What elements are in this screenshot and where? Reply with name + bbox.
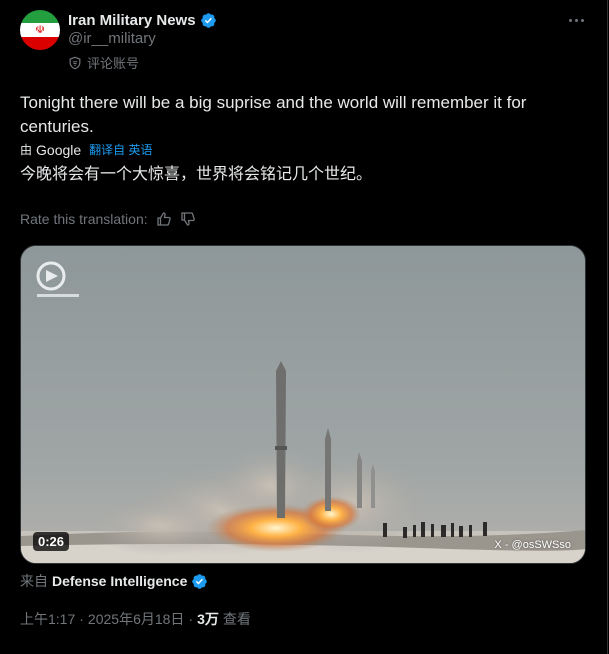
more-dots-icon[interactable] [566,12,586,28]
tweet-frame: ☫ Iran Military News @ir__military 评论账号 … [0,0,608,654]
translated-from-link[interactable]: 翻译自 英语 [89,141,152,158]
avatar[interactable]: ☫ [20,10,60,50]
author-name-row: Iran Military News [68,10,217,30]
thumbs-up-icon[interactable] [156,211,172,227]
translated-by-prefix: 由 [20,143,33,157]
video-frame [21,246,585,563]
translated-text: 今晚将会有一个大惊喜，世界将会铭记几个世纪。 [20,164,373,183]
thumbs-down-icon[interactable] [180,211,196,227]
author-handle[interactable]: @ir__military [68,30,156,47]
translator-name: Google [36,141,82,158]
rate-translation-row: Rate this translation: [20,211,196,227]
account-label-text: 评论账号 [87,57,140,72]
verified-badge-icon [192,573,208,589]
meta-separator: · [188,611,194,627]
tweet-text: Tonight there will be a big suprise and … [20,93,527,136]
video-player[interactable]: 0:26 X - @osSWSso [20,245,586,564]
tweet-date[interactable]: 2025年6月18日 [88,609,185,629]
views-label: 查看 [222,611,251,627]
meta-separator: · [79,611,84,627]
rate-prompt: Rate this translation: [20,211,148,227]
shield-icon [69,56,81,69]
video-watermark: X - @osSWSso [494,539,571,551]
source-name-link[interactable]: Defense Intelligence [52,573,187,589]
author-name[interactable]: Iran Military News [68,12,196,29]
channel-logo-icon [36,261,79,297]
account-label[interactable]: 评论账号 [68,53,139,72]
translation-attribution: 由 Google 翻译自 英语 [20,141,153,158]
video-duration: 0:26 [33,532,70,551]
source-prefix: 来自 [20,573,48,589]
tweet-time[interactable]: 上午1:17 [20,609,75,629]
views-count: 3万 [197,611,219,627]
source-attribution: 来自 Defense Intelligence [20,571,208,591]
verified-badge-icon [200,12,216,28]
emblem-icon: ☫ [35,23,45,36]
tweet-meta: 上午1:17 · 2025年6月18日 · 3万 查看 [20,609,251,629]
